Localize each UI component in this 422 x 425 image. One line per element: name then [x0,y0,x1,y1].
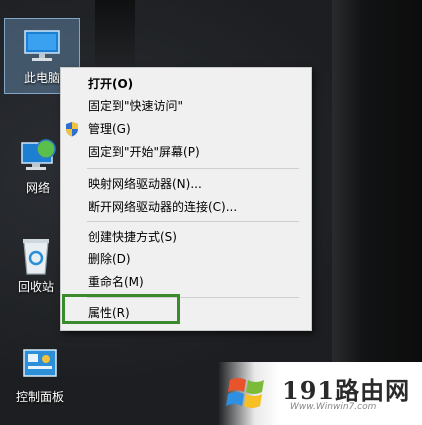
menu-item-create-shortcut-label: 创建快捷方式(S) [88,230,177,244]
desktop-icon-recycle-bin[interactable]: 回收站 [4,234,68,294]
recycle-bin-icon [14,234,58,278]
menu-item-create-shortcut[interactable]: 创建快捷方式(S) [61,226,311,248]
uac-shield-icon [64,121,80,137]
menu-item-map-network-drive-label: 映射网络驱动器(N)... [88,177,202,191]
control-panel-icon [18,344,62,388]
this-pc-icon [20,25,64,69]
context-menu: 打开(O) 固定到"快速访问" 管理(G) 固定到"开始"屏幕(P) 映射网络驱… [60,67,312,331]
desktop-icon-control-panel[interactable]: 控制面板 [8,344,72,404]
properties-highlight-box [62,294,180,324]
menu-item-pin-start-label: 固定到"开始"屏幕(P) [88,145,200,159]
menu-item-rename[interactable]: 重命名(M) [61,271,311,293]
menu-item-rename-label: 重命名(M) [88,275,144,289]
menu-item-manage-label: 管理(G) [88,122,131,136]
watermark-url: Www.Winwin7.com [290,402,377,412]
wallpaper-shadow-top [95,0,135,70]
menu-item-disconnect-network-drive[interactable]: 断开网络驱动器的连接(C)... [61,196,311,218]
menu-item-open[interactable]: 打开(O) [61,73,311,95]
recycle-bin-label: 回收站 [17,280,54,294]
menu-item-pin-start[interactable]: 固定到"开始"屏幕(P) [61,141,311,163]
menu-item-pin-quick-access-label: 固定到"快速访问" [88,99,184,113]
watermark-title: 191路由网 [282,376,411,405]
menu-item-map-network-drive[interactable]: 映射网络驱动器(N)... [61,173,311,195]
network-icon [16,135,60,179]
menu-separator [87,168,299,169]
menu-item-open-label: 打开(O) [88,77,134,91]
menu-separator [87,221,299,222]
menu-item-delete-label: 删除(D) [88,252,131,266]
control-panel-label: 控制面板 [15,390,64,404]
windows-logo-icon [224,372,272,416]
menu-item-pin-quick-access[interactable]: 固定到"快速访问" [61,95,311,117]
menu-item-disconnect-network-drive-label: 断开网络驱动器的连接(C)... [88,200,238,214]
menu-item-delete[interactable]: 删除(D) [61,248,311,270]
menu-item-manage[interactable]: 管理(G) [61,118,311,140]
